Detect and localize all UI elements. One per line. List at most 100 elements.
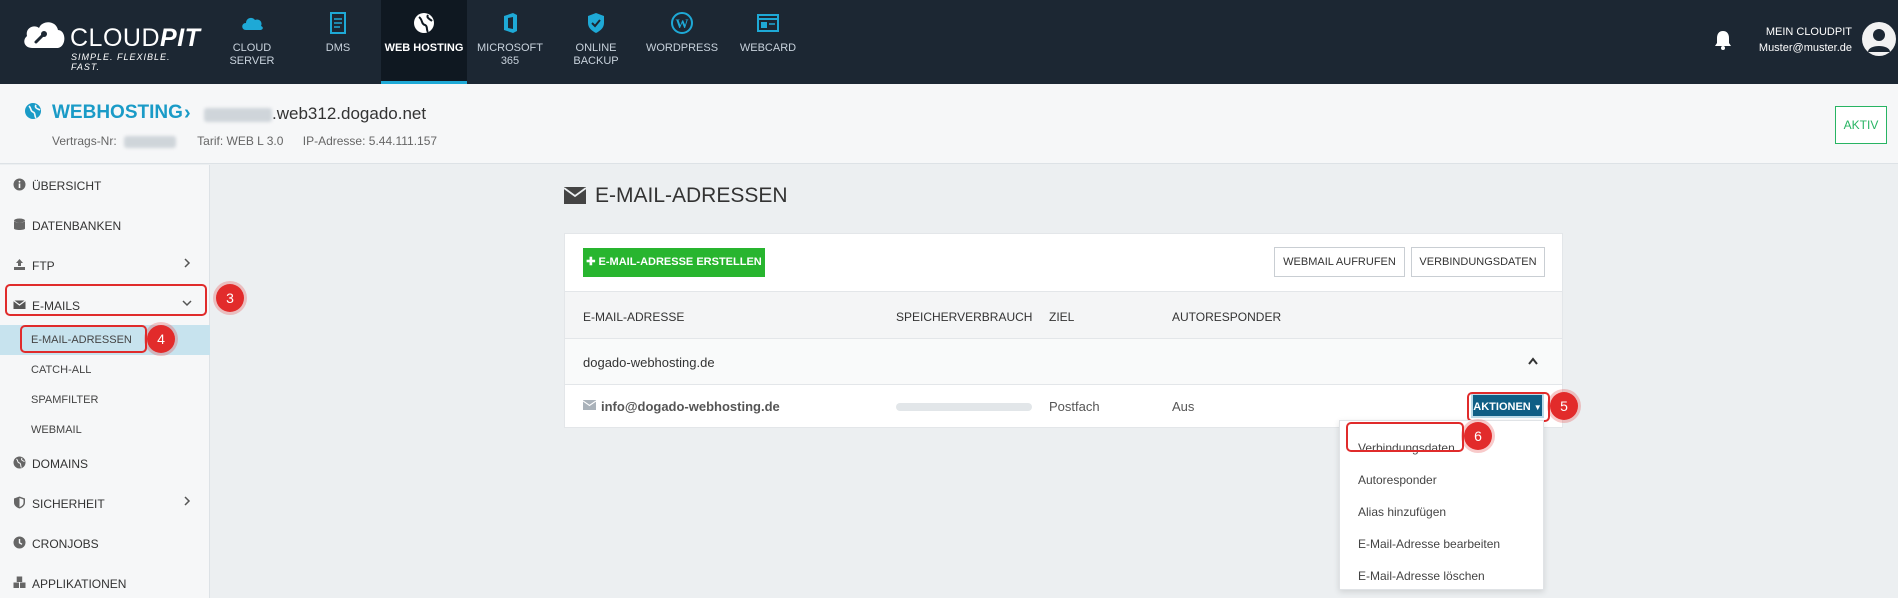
page-title: WEBHOSTING [52,102,183,123]
nav-dms[interactable]: DMS [295,0,381,84]
menu-item-alias-hinzufuegen[interactable]: Alias hinzufügen [1358,505,1446,519]
account-label: MEIN CLOUDPIT [1765,26,1852,38]
upload-icon [14,259,25,270]
sidebar-item-domains[interactable]: DOMAINS [0,443,210,483]
top-navigation-bar: CLOUDPIT SIMPLE. FLEXIBLE. FAST. CLOUD S… [0,0,1898,84]
plus-icon: ✚ [586,256,596,268]
user-icon [1868,29,1890,52]
create-button-label: E-MAIL-ADRESSE ERSTELLEN [598,256,762,268]
contract-label: Vertrags-Nr: [52,134,117,148]
email-addresses-card: ✚ E-MAIL-ADRESSE ERSTELLEN WEBMAIL AUFRU… [564,233,1563,428]
svg-text:W: W [676,16,689,31]
nav-web-hosting[interactable]: WEB HOSTING [381,0,467,84]
tariff-label: Tarif: WEB L 3.0 [197,134,284,148]
target-value: Postfach [1049,399,1100,414]
column-header-email: E-MAIL-ADRESSE [583,310,685,324]
sidebar-subitem-label: WEBMAIL [31,424,82,436]
shield-icon [588,13,604,33]
cloudpit-logo[interactable]: CLOUDPIT SIMPLE. FLEXIBLE. FAST. [22,18,201,72]
autoresponder-value: Aus [1172,399,1195,414]
cloud-icon [242,17,263,30]
cloud-logo-icon [24,22,65,48]
create-email-address-button[interactable]: ✚ E-MAIL-ADRESSE ERSTELLEN [583,248,765,277]
document-icon [330,12,346,34]
sidebar-item-sicherheit[interactable]: SICHERHEIT [0,483,210,523]
sidebar-item-uebersicht[interactable]: ÜBERSICHT [0,165,210,205]
sidebar-item-label: DATENBANKEN [32,219,122,233]
sidebar-subitem-webmail[interactable]: WEBMAIL [0,415,210,445]
avatar[interactable] [1862,22,1896,56]
sidebar-item-applikationen[interactable]: APPLIKATIONEN [0,563,210,598]
annotation-badge-3: 3 [216,284,244,312]
nav-microsoft-365[interactable]: MICROSOFT 365 [467,0,553,84]
email-address[interactable]: info@dogado-webhosting.de [601,399,780,414]
globe-icon [13,456,26,469]
menu-item-e-mail-adresse-loeschen[interactable]: E-Mail-Adresse löschen [1358,569,1485,583]
menu-item-e-mail-adresse-bearbeiten[interactable]: E-Mail-Adresse bearbeiten [1358,537,1500,551]
nav-webcard[interactable]: WEBCARD [725,0,811,84]
annotation-badge-6: 6 [1464,422,1492,450]
sidebar-item-cronjobs[interactable]: CRONJOBS [0,523,210,563]
nav-cloud-server[interactable]: CLOUD SERVER [209,0,295,84]
section-title: E-MAIL-ADRESSEN [595,184,788,207]
bell-icon[interactable] [1713,29,1733,51]
storage-usage-bar [896,403,1032,411]
nav-wordpress[interactable]: W WORDPRESS [639,0,725,84]
nav-label: WORDPRESS [645,42,719,54]
connection-data-button[interactable]: VERBINDUNGSDATEN [1411,247,1545,277]
database-icon [14,218,25,230]
domain-suffix: .web312.dogado.net [272,104,427,123]
chevron-up-icon[interactable] [1528,357,1538,365]
column-header-storage: SPEICHERVERBRAUCH [896,310,1033,324]
sidebar-item-label: SICHERHEIT [32,497,105,511]
sidebar-item-label: FTP [32,259,55,273]
contract-meta: Vertrags-Nr: Tarif: WEB L 3.0 IP-Adresse… [52,134,453,148]
hosting-domain: .web312.dogado.net [204,104,426,124]
nav-label: MICROSOFT 365 [477,42,543,67]
table-header: E-MAIL-ADRESSE SPEICHERVERBRAUCH ZIEL AU… [565,291,1562,339]
column-header-autoresponder: AUTORESPONDER [1172,310,1282,324]
nav-label: ONLINE BACKUP [573,42,619,67]
breadcrumb-chevron-icon: › [184,102,191,124]
nav-label: DMS [325,42,351,54]
wordpress-icon: W [671,12,693,34]
chevron-right-icon [184,496,191,506]
sidebar-item-datenbanken[interactable]: DATENBANKEN [0,205,210,245]
envelope-icon [564,187,586,204]
shield-icon [14,496,25,509]
redacted-contract-number [124,135,177,148]
menu-item-autoresponder[interactable]: Autoresponder [1358,473,1437,487]
envelope-icon [583,400,596,410]
annotation-badge-5: 5 [1550,392,1578,420]
nav-label: WEBCARD [739,42,797,54]
sidebar-item-label: DOMAINS [32,457,89,471]
annotation-highlight-e-mails [5,284,207,316]
group-domain-label: dogado-webhosting.de [583,355,715,370]
annotation-highlight-verbindungsdaten [1346,422,1464,452]
sidebar-subitem-label: CATCH-ALL [31,364,92,376]
sidebar-subitem-catch-all[interactable]: CATCH-ALL [0,355,210,385]
office-icon [504,13,517,33]
sidebar: ÜBERSICHT DATENBANKEN FTP E-MAILS E-MAIL… [0,165,210,598]
chevron-right-icon [184,258,191,268]
nav-online-backup[interactable]: ONLINE BACKUP [553,0,639,84]
domain-group-row[interactable]: dogado-webhosting.de [565,339,1562,385]
globe-icon [25,103,41,119]
clock-icon [13,536,26,549]
column-header-target: ZIEL [1049,310,1075,324]
annotation-highlight-actions [1467,392,1550,422]
sidebar-item-label: ÜBERSICHT [32,179,102,193]
sidebar-subitem-spamfilter[interactable]: SPAMFILTER [0,385,210,415]
sidebar-item-ftp[interactable]: FTP [0,245,210,285]
webcard-icon [757,14,779,32]
logo-wordmark: CLOUDPIT [70,24,201,52]
annotation-highlight-e-mail-adressen [20,325,147,353]
account-menu[interactable]: MEIN CLOUDPIT Muster@muster.de [1750,24,1852,56]
webmail-button[interactable]: WEBMAIL AUFRUFEN [1274,247,1405,277]
nav-label: CLOUD SERVER [229,42,275,67]
sidebar-item-label: APPLIKATIONEN [32,577,127,591]
status-badge: AKTIV [1835,106,1887,144]
account-email: Muster@muster.de [1758,42,1852,54]
globe-icon [414,13,434,33]
ip-address: IP-Adresse: 5.44.111.157 [302,134,438,148]
